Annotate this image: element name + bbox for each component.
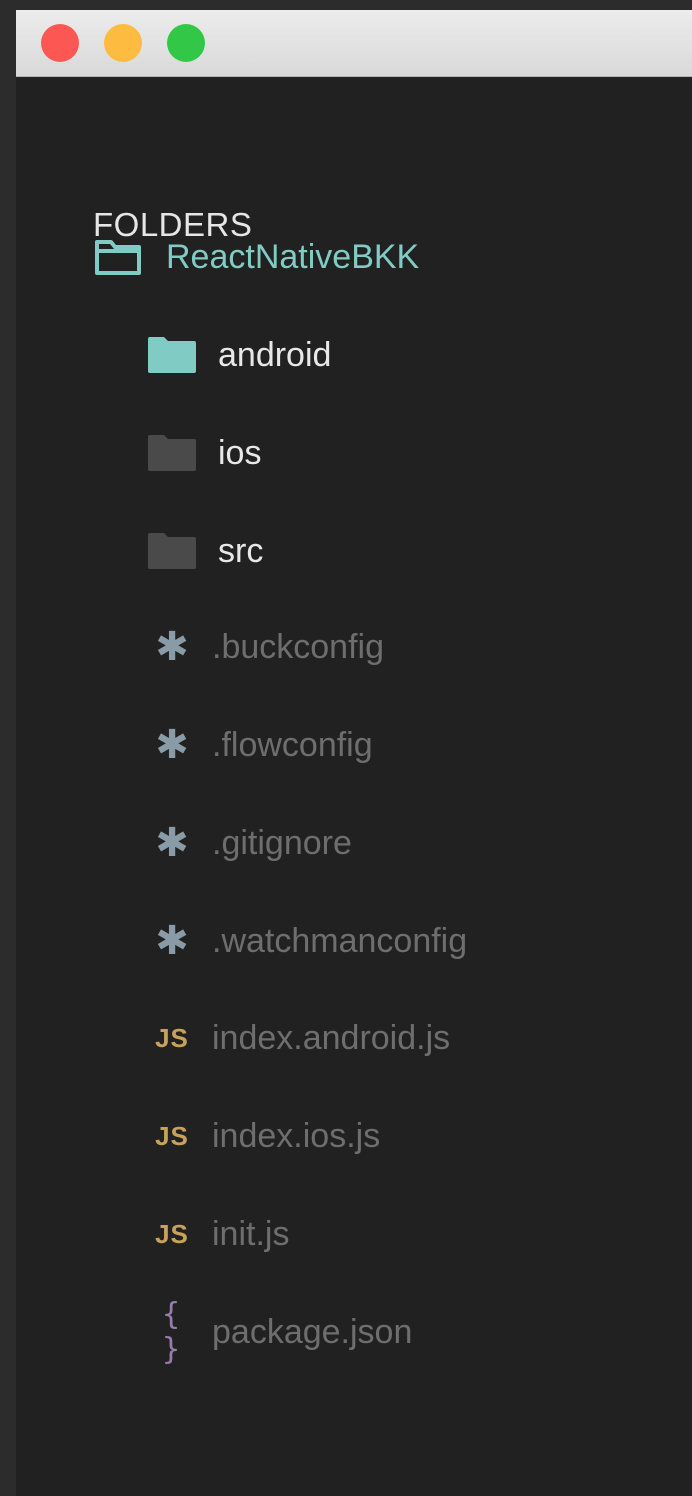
file-label: index.ios.js <box>212 1116 381 1155</box>
close-window-button[interactable] <box>41 24 79 62</box>
file-label: .gitignore <box>212 823 352 862</box>
file-label: .watchmanconfig <box>212 921 468 960</box>
file-row-watchmanconfig[interactable]: ✱ .watchmanconfig <box>146 916 467 966</box>
folder-outline-icon <box>94 238 142 276</box>
asterisk-icon: ✱ <box>155 918 189 964</box>
js-icon: JS <box>155 1120 189 1151</box>
folder-row-android[interactable]: android <box>146 330 331 380</box>
asterisk-icon: ✱ <box>155 722 189 768</box>
file-row-index-android-js[interactable]: JS index.android.js <box>146 1013 450 1063</box>
folder-icon <box>146 336 198 374</box>
folder-row-src[interactable]: src <box>146 526 263 576</box>
folder-icon <box>146 434 198 472</box>
zoom-window-button[interactable] <box>167 24 205 62</box>
file-label: index.android.js <box>212 1018 451 1057</box>
file-label: init.js <box>212 1214 290 1253</box>
file-row-init-js[interactable]: JS init.js <box>146 1209 289 1259</box>
file-row-index-ios-js[interactable]: JS index.ios.js <box>146 1111 380 1161</box>
file-row-gitignore[interactable]: ✱ .gitignore <box>146 818 352 868</box>
folder-icon <box>146 532 198 570</box>
folder-label-android: android <box>218 335 332 374</box>
file-label: .buckconfig <box>212 627 384 666</box>
js-icon: JS <box>155 1218 189 1249</box>
js-icon: JS <box>155 1022 189 1053</box>
file-row-flowconfig[interactable]: ✱ .flowconfig <box>146 720 373 770</box>
file-label: .flowconfig <box>212 725 373 764</box>
file-row-buckconfig[interactable]: ✱ .buckconfig <box>146 622 384 672</box>
asterisk-icon: ✱ <box>155 624 189 670</box>
sidebar-file-tree: FOLDERS <box>16 76 692 1496</box>
file-label: package.json <box>212 1312 413 1351</box>
title-bar <box>16 10 692 77</box>
editor-window: FOLDERS ReactNativeBKK android ios src ✱… <box>16 10 692 1496</box>
screen-background: FOLDERS ReactNativeBKK android ios src ✱… <box>0 0 692 1496</box>
root-folder-row[interactable]: ReactNativeBKK <box>94 232 419 282</box>
json-braces-icon: { } <box>161 1297 183 1367</box>
root-folder-label: ReactNativeBKK <box>166 237 420 276</box>
file-row-package-json[interactable]: { } package.json <box>146 1297 413 1367</box>
folder-row-ios[interactable]: ios <box>146 428 261 478</box>
folder-label-ios: ios <box>218 433 262 472</box>
minimize-window-button[interactable] <box>104 24 142 62</box>
asterisk-icon: ✱ <box>155 820 189 866</box>
folder-label-src: src <box>218 531 264 570</box>
